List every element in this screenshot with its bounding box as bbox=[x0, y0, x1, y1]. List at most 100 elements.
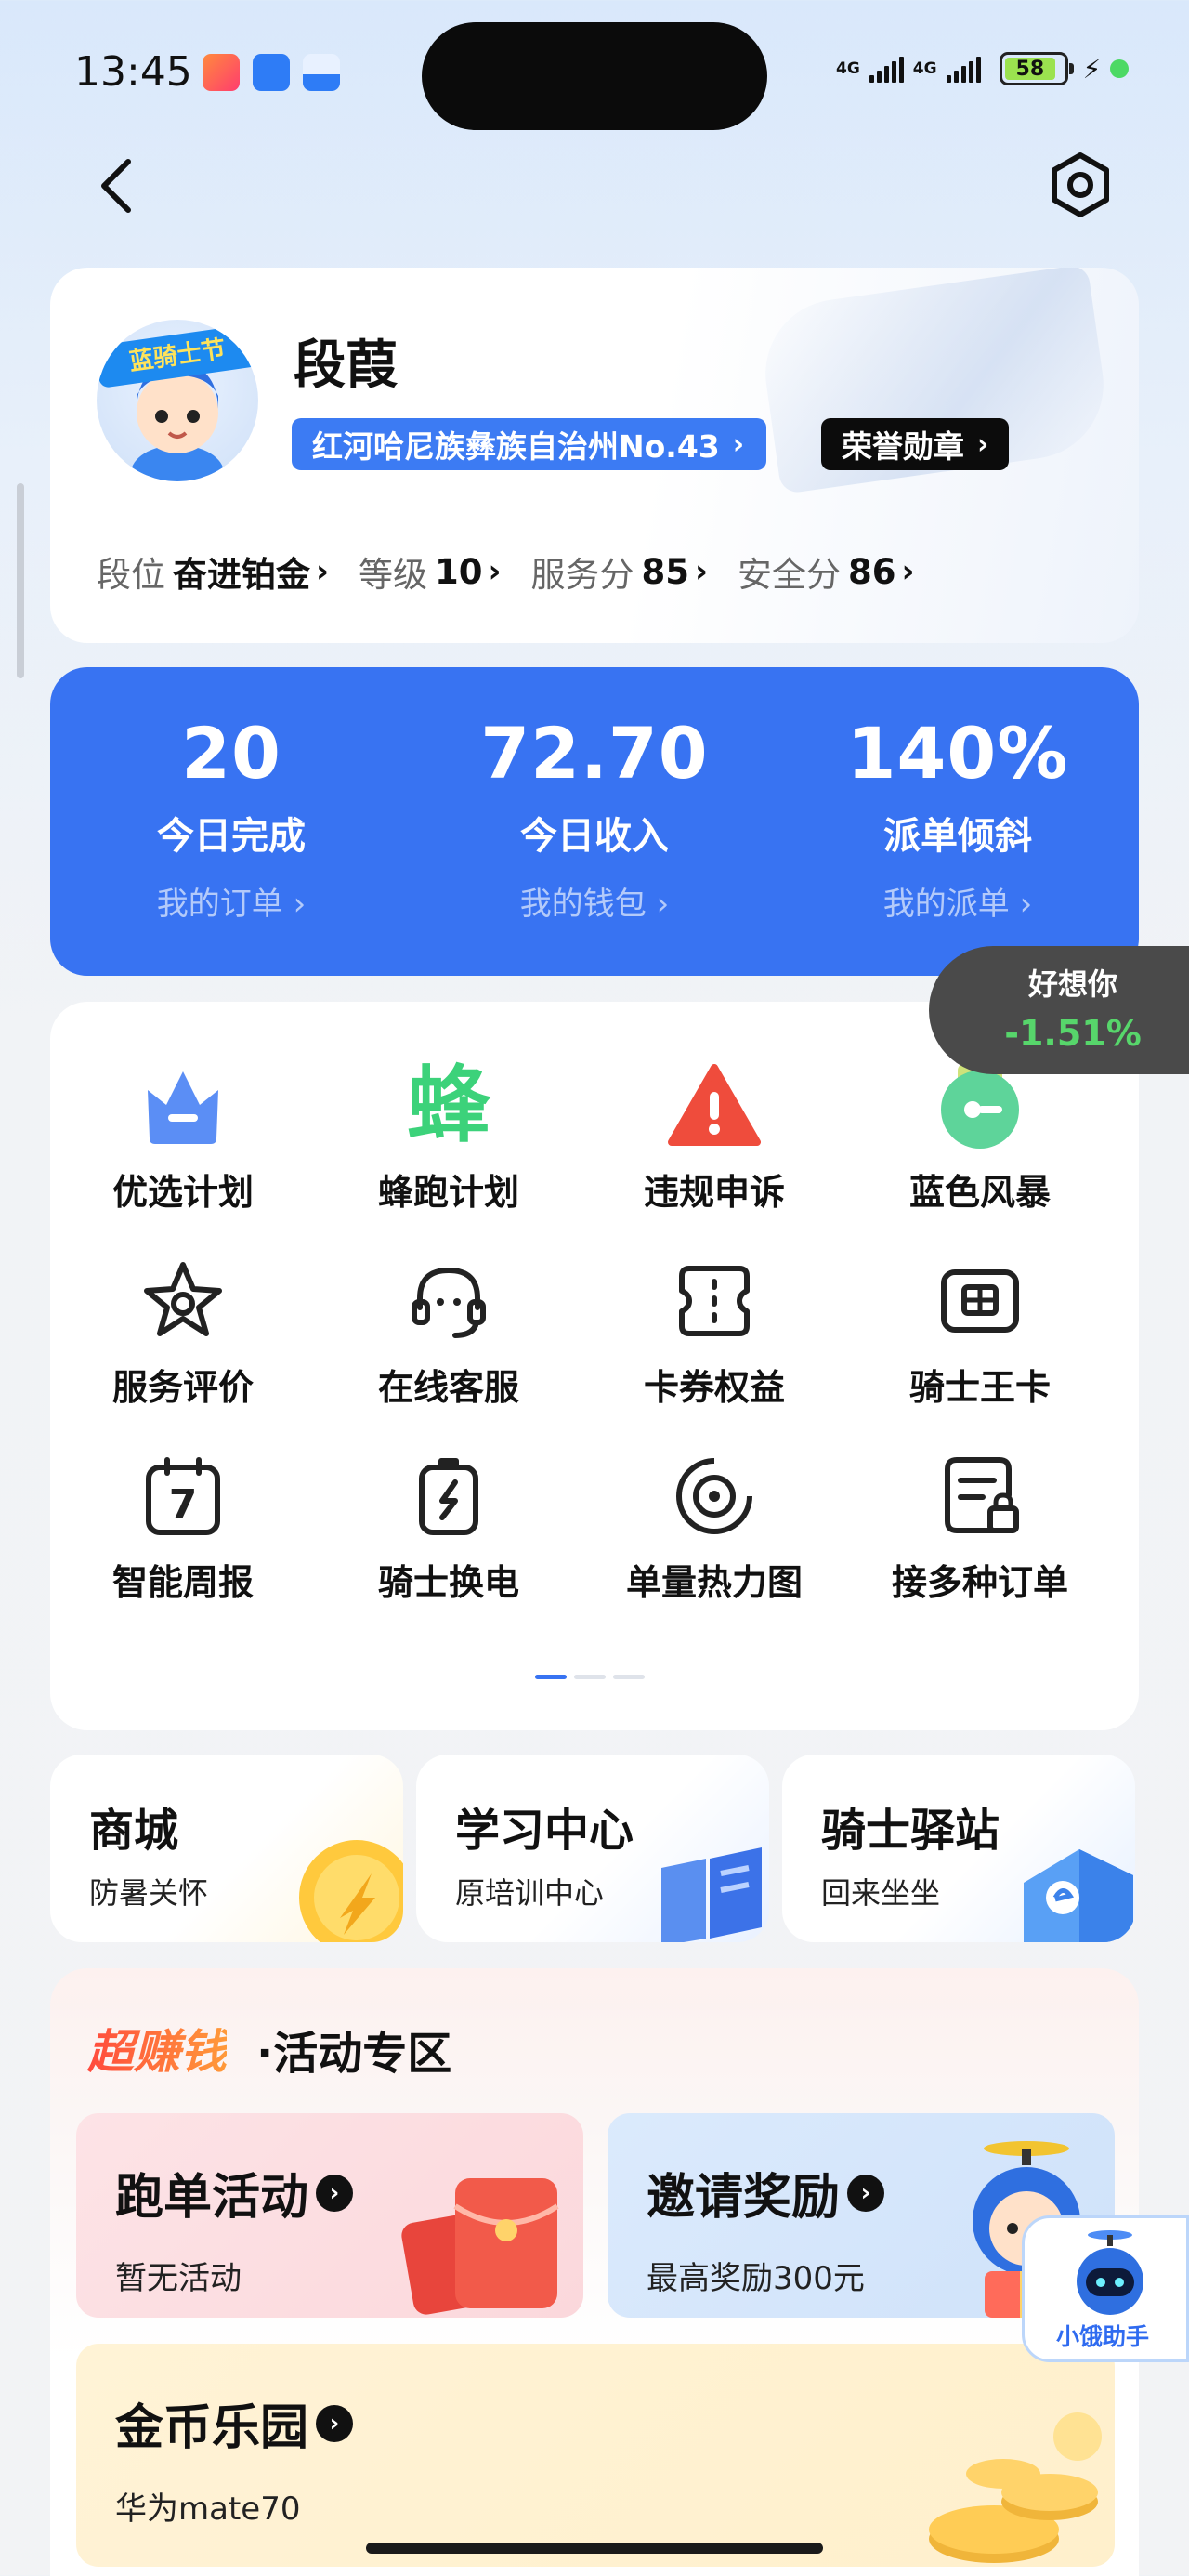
metric-income[interactable]: 72.70 今日收入 我的钱包 › bbox=[413, 712, 776, 924]
stat-tier[interactable]: 段位 奋进铂金 › bbox=[97, 546, 329, 597]
network-type-1: 4G bbox=[836, 59, 860, 78]
profile-card[interactable]: 蓝骑士节 段葭 红河哈尼族彝族自治州No.43 › 荣誉勋章 › 段位 奋进铂金… bbox=[50, 268, 1139, 643]
home-indicator[interactable] bbox=[366, 2543, 823, 2554]
grid-item-knight-card[interactable]: 骑士王卡 bbox=[847, 1255, 1113, 1410]
activity-title: 金币乐园 bbox=[115, 2400, 309, 2456]
metric-label: 今日收入 bbox=[520, 815, 669, 858]
activity-subtitle: 暂无活动 bbox=[115, 2260, 242, 2297]
signal-icon bbox=[869, 55, 904, 83]
region-rank-tag[interactable]: 红河哈尼族彝族自治州No.43 › bbox=[292, 418, 767, 470]
zone-title-brand: 超赚钱 bbox=[87, 2015, 227, 2082]
calendar-day: 7 bbox=[168, 1481, 198, 1529]
privacy-indicator-icon bbox=[1110, 59, 1130, 78]
mini-card-title: 骑士驿站 bbox=[821, 1805, 1000, 1857]
grid-item-coupons[interactable]: 卡券权益 bbox=[581, 1255, 847, 1410]
avatar[interactable]: 蓝骑士节 bbox=[97, 320, 258, 481]
metric-link-label: 我的订单 bbox=[156, 886, 283, 923]
grid-item-violation-appeal[interactable]: 违规申诉 bbox=[581, 1059, 847, 1215]
warning-icon bbox=[668, 1059, 761, 1152]
chevron-right-icon: › bbox=[977, 427, 989, 461]
grid-item-blue-storm[interactable]: 蓝色风暴 bbox=[847, 1059, 1113, 1215]
grid-label: 骑士换电 bbox=[377, 1562, 519, 1603]
mini-card-title: 商城 bbox=[89, 1805, 179, 1857]
quote-change: -1.51% bbox=[1004, 1013, 1142, 1054]
activity-subtitle: 最高奖励300元 bbox=[647, 2260, 865, 2297]
zone-title: ·活动专区 bbox=[256, 2028, 452, 2080]
grid-item-weekly-report[interactable]: 7 智能周报 bbox=[50, 1450, 316, 1605]
rider-name: 段葭 bbox=[294, 335, 398, 396]
grid-label: 违规申诉 bbox=[643, 1172, 785, 1213]
metric-completed[interactable]: 20 今日完成 我的订单 › bbox=[50, 712, 412, 924]
star-icon bbox=[137, 1255, 229, 1347]
status-app-icons bbox=[203, 54, 340, 91]
metric-link[interactable]: 我的派单 › bbox=[777, 878, 1139, 924]
activity-title: 邀请奖励 bbox=[647, 2170, 841, 2226]
bee-icon: 蜂 bbox=[402, 1059, 495, 1152]
grid-item-battery-swap[interactable]: 骑士换电 bbox=[316, 1450, 581, 1605]
gold-coin-icon bbox=[299, 1840, 403, 1942]
stat-label: 段位 bbox=[97, 555, 165, 595]
grid-item-service-rating[interactable]: 服务评价 bbox=[50, 1255, 316, 1410]
mini-card-subtitle: 防暑关怀 bbox=[89, 1875, 209, 1911]
grid-label: 服务评价 bbox=[111, 1367, 254, 1408]
network-type-2: 4G bbox=[912, 59, 937, 78]
grid-item-online-support[interactable]: 在线客服 bbox=[316, 1255, 581, 1410]
station-house-icon bbox=[1024, 1849, 1133, 1942]
grid-label: 单量热力图 bbox=[625, 1562, 803, 1603]
mini-card-subtitle: 回来坐坐 bbox=[821, 1875, 941, 1911]
assistant-widget[interactable]: 小饿助手 bbox=[1022, 2215, 1189, 2362]
card-mall[interactable]: 商城 防暑关怀 bbox=[50, 1755, 403, 1942]
grid-item-multi-orders[interactable]: 接多种订单 bbox=[847, 1450, 1113, 1605]
grid-item-heatmap[interactable]: 单量热力图 bbox=[581, 1450, 847, 1605]
card-coin-park[interactable]: 金币乐园 › 华为mate70 bbox=[76, 2344, 1115, 2567]
metric-link-label: 我的钱包 bbox=[519, 886, 647, 923]
metric-dispatch-bias[interactable]: 140% 派单倾斜 我的派单 › bbox=[777, 712, 1139, 924]
card-knight-station[interactable]: 骑士驿站 回来坐坐 bbox=[782, 1755, 1135, 1942]
chevron-right-icon: › bbox=[901, 553, 915, 590]
card-icon bbox=[934, 1255, 1026, 1347]
metric-link[interactable]: 我的钱包 › bbox=[413, 878, 776, 924]
card-learning-center[interactable]: 学习中心 原培训中心 bbox=[416, 1755, 769, 1942]
battery-level: 58 bbox=[1004, 58, 1056, 81]
scroll-indicator[interactable] bbox=[17, 483, 24, 678]
page-indicator bbox=[535, 1675, 645, 1679]
status-time: 13:45 bbox=[74, 48, 192, 96]
stat-value: 85 bbox=[641, 551, 690, 592]
battery-icon: 58 bbox=[999, 52, 1074, 85]
settings-button[interactable] bbox=[1046, 151, 1115, 219]
heatmap-icon bbox=[668, 1450, 761, 1543]
floating-quote-widget[interactable]: 好想你 -1.51% bbox=[929, 946, 1189, 1074]
mini-card-title: 学习中心 bbox=[455, 1805, 634, 1857]
stat-value: 奋进铂金 bbox=[173, 555, 310, 595]
calendar-icon: 7 bbox=[137, 1450, 229, 1543]
chevron-right-icon: › bbox=[732, 427, 745, 461]
mini-card-subtitle: 原培训中心 bbox=[455, 1875, 605, 1911]
stat-service-score[interactable]: 服务分 85 › bbox=[531, 546, 709, 597]
status-indicators: 4G 4G 58 ⚡ bbox=[836, 52, 1130, 85]
metric-label: 今日完成 bbox=[157, 815, 306, 858]
metric-link[interactable]: 我的订单 › bbox=[50, 878, 412, 924]
stat-label: 等级 bbox=[359, 555, 428, 595]
grid-label: 蓝色风暴 bbox=[908, 1172, 1051, 1213]
chevron-circle-right-icon: › bbox=[847, 2174, 885, 2212]
red-envelope-icon bbox=[401, 2178, 559, 2315]
grid-label: 蜂跑计划 bbox=[377, 1172, 519, 1213]
chevron-right-icon: › bbox=[316, 553, 330, 590]
honor-medal-label: 荣誉勋章 bbox=[842, 428, 964, 465]
charging-icon: ⚡ bbox=[1082, 53, 1102, 85]
grid-item-bee-run-plan[interactable]: 蜂 蜂跑计划 bbox=[316, 1059, 581, 1215]
signal-icon bbox=[946, 55, 981, 83]
stat-level[interactable]: 等级 10 › bbox=[359, 546, 502, 597]
stat-safety-score[interactable]: 安全分 86 › bbox=[738, 546, 915, 597]
app-notification-icon bbox=[253, 54, 290, 91]
grid-label: 在线客服 bbox=[377, 1367, 519, 1408]
grid-item-preferred-plan[interactable]: 优选计划 bbox=[50, 1059, 316, 1215]
back-button[interactable] bbox=[87, 149, 143, 223]
coupon-icon bbox=[668, 1255, 761, 1347]
gear-icon bbox=[1052, 152, 1109, 217]
activity-title: 跑单活动 bbox=[115, 2170, 309, 2226]
card-run-activity[interactable]: 跑单活动 › 暂无活动 bbox=[76, 2113, 583, 2318]
crown-icon bbox=[137, 1059, 229, 1152]
honor-medal-tag[interactable]: 荣誉勋章 › bbox=[821, 418, 1010, 470]
grid-label: 骑士王卡 bbox=[908, 1367, 1051, 1408]
